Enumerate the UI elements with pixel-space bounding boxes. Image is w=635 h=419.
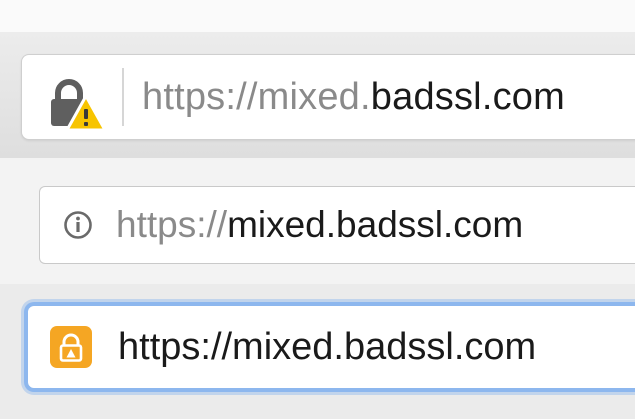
info-circle-icon[interactable] xyxy=(40,187,116,263)
firefox-address-bar[interactable]: https://mixed.badssl.com xyxy=(21,54,635,140)
url-text[interactable]: https://mixed.badssl.com xyxy=(142,76,565,119)
identity-divider xyxy=(122,68,124,126)
lock-warning-icon[interactable] xyxy=(22,55,122,139)
url-text[interactable]: https://mixed.badssl.com xyxy=(116,204,523,246)
url-text[interactable]: https://mixed.badssl.com xyxy=(118,326,536,369)
url-subdomain: mixed. xyxy=(257,75,371,118)
safari-address-bar[interactable]: https://mixed.badssl.com xyxy=(24,302,635,392)
url-scheme: https:// xyxy=(116,204,228,245)
chrome-address-bar[interactable]: https://mixed.badssl.com xyxy=(39,186,635,264)
lock-warning-badge-icon[interactable] xyxy=(28,306,118,388)
url-host: mixed.badssl.com xyxy=(227,204,524,245)
top-strip xyxy=(0,0,635,32)
url-domain: badssl.com xyxy=(370,75,565,118)
url-scheme: https:// xyxy=(142,75,258,118)
